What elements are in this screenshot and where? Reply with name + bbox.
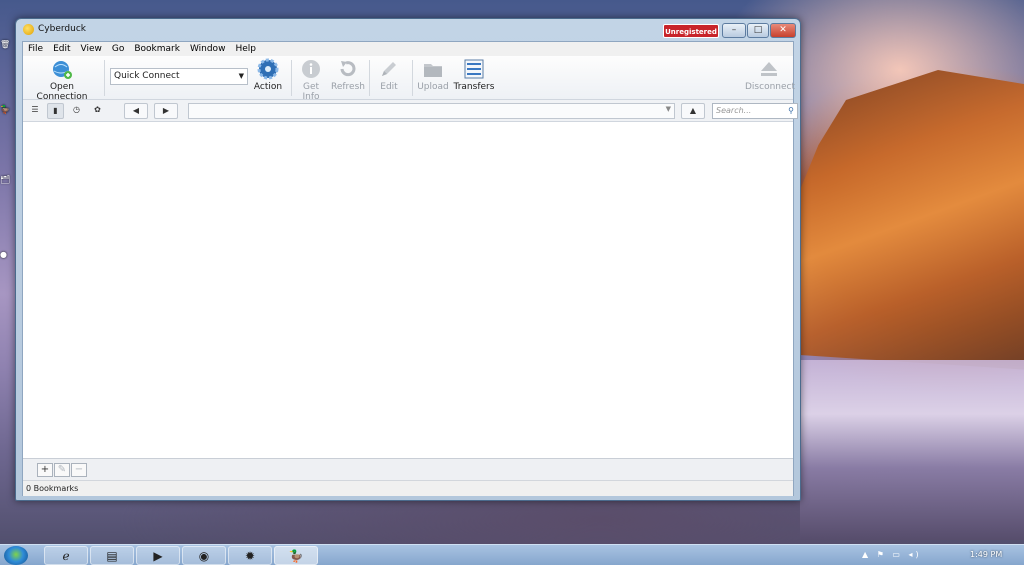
close-button[interactable]: ✕ [770, 23, 796, 38]
action-label: Action [253, 82, 283, 92]
maximize-button[interactable]: □ [747, 23, 769, 38]
navigation-bar: ☰ ▮ ◷ ✿ ◀ ▶ ▼ ▲ Search... ⚲ [23, 100, 798, 122]
bookmark-actions-bar: + ✎ − [23, 458, 793, 480]
status-text: 0 Bookmarks [26, 484, 79, 493]
refresh-label: Refresh [331, 82, 365, 92]
window-title: Cyberduck [38, 24, 86, 34]
menu-go[interactable]: Go [107, 42, 129, 54]
transfers-button[interactable]: Transfers [453, 58, 495, 92]
upload-button[interactable]: Upload [416, 58, 450, 92]
pencil-icon [382, 62, 396, 76]
toolbar-separator [104, 60, 105, 96]
minimize-button[interactable]: – [722, 23, 746, 38]
toolbar-separator [369, 60, 370, 96]
history-icon[interactable]: ◷ [68, 103, 85, 119]
status-bar: 0 Bookmarks [23, 480, 793, 496]
menu-bar: File Edit View Go Bookmark Window Help [23, 42, 793, 56]
parent-directory-button[interactable]: ▲ [681, 103, 705, 119]
path-dropdown[interactable]: ▼ [188, 103, 675, 119]
internet-explorer-icon[interactable]: ℯ [44, 546, 88, 565]
menu-edit[interactable]: Edit [48, 42, 75, 54]
edit-label: Edit [380, 82, 398, 92]
transfers-list-icon [464, 59, 484, 79]
taskbar: ℯ ▤ ▶ ◉ ✹ 🦆 ▲ ⚑ ▭ ◂) 1:49 PM [0, 544, 1024, 565]
menu-help[interactable]: Help [230, 42, 261, 54]
chrome-icon[interactable]: ◉ [182, 546, 226, 565]
transfers-label: Transfers [453, 82, 495, 92]
action-button[interactable]: Action [248, 58, 288, 92]
globe-plus-icon [53, 61, 72, 79]
back-button[interactable]: ◀ [124, 103, 148, 119]
settings-gear-icon[interactable]: ✹ [228, 546, 272, 565]
eject-icon [761, 62, 777, 76]
gear-icon [257, 58, 279, 80]
edit-button[interactable]: Edit [372, 58, 406, 92]
unregistered-badge[interactable]: Unregistered [663, 24, 719, 38]
get-info-button[interactable]: Get Info [294, 58, 328, 102]
disconnect-button[interactable]: Disconnect [745, 58, 795, 92]
window-client-area: File Edit View Go Bookmark Window Help Open Co… [22, 41, 798, 496]
search-placeholder: Search... [716, 106, 752, 115]
edit-bookmark-button[interactable]: ✎ [54, 463, 70, 477]
search-icon: ⚲ [788, 106, 794, 115]
info-icon [302, 60, 320, 78]
bonjour-icon[interactable]: ✿ [89, 103, 106, 119]
upload-label: Upload [417, 82, 449, 92]
quick-connect-dropdown[interactable]: Quick Connect ▼ [110, 68, 248, 85]
browser-view-icon[interactable]: ☰ [27, 103, 43, 119]
start-button[interactable] [4, 546, 28, 565]
title-bar[interactable]: Cyberduck Unregistered – □ ✕ [16, 19, 800, 41]
remove-bookmark-button[interactable]: − [71, 463, 87, 477]
refresh-icon [340, 61, 356, 77]
desktop-wallpaper-rock [800, 70, 1024, 370]
upload-folder-icon [424, 64, 442, 77]
media-player-icon[interactable]: ▶ [136, 546, 180, 565]
quick-connect-label: Quick Connect [114, 71, 180, 81]
menu-view[interactable]: View [76, 42, 107, 54]
system-tray-icons[interactable]: ▲ ⚑ ▭ ◂) [862, 550, 922, 559]
cyberduck-window: Cyberduck Unregistered – □ ✕ File Edit Vie… [15, 18, 801, 501]
menu-bookmark[interactable]: Bookmark [129, 42, 185, 54]
chevron-down-icon: ▼ [238, 72, 244, 80]
open-connection-label: Open Connection [36, 82, 88, 102]
disconnect-label: Disconnect [745, 82, 795, 92]
bookmarks-icon[interactable]: ▮ [47, 103, 64, 119]
add-bookmark-button[interactable]: + [37, 463, 53, 477]
main-toolbar: Open Connection Quick Connect ▼ Action G… [23, 56, 795, 102]
bookmark-list[interactable] [23, 122, 793, 458]
cyberduck-taskbar-icon[interactable]: 🦆 [274, 546, 318, 565]
clock[interactable]: 1:49 PM [970, 550, 1002, 559]
refresh-button[interactable]: Refresh [331, 58, 365, 92]
open-connection-button[interactable]: Open Connection [25, 58, 99, 102]
desktop-wallpaper-surf [800, 360, 1024, 540]
menu-file[interactable]: File [23, 42, 48, 54]
toolbar-separator [291, 60, 292, 96]
menu-window[interactable]: Window [185, 42, 231, 54]
get-info-label: Get Info [302, 82, 320, 102]
cyberduck-app-icon [23, 24, 34, 35]
file-explorer-icon[interactable]: ▤ [90, 546, 134, 565]
chevron-down-icon: ▼ [665, 105, 671, 113]
toolbar-separator [412, 60, 413, 96]
search-input[interactable]: Search... ⚲ [712, 103, 798, 119]
forward-button[interactable]: ▶ [154, 103, 178, 119]
